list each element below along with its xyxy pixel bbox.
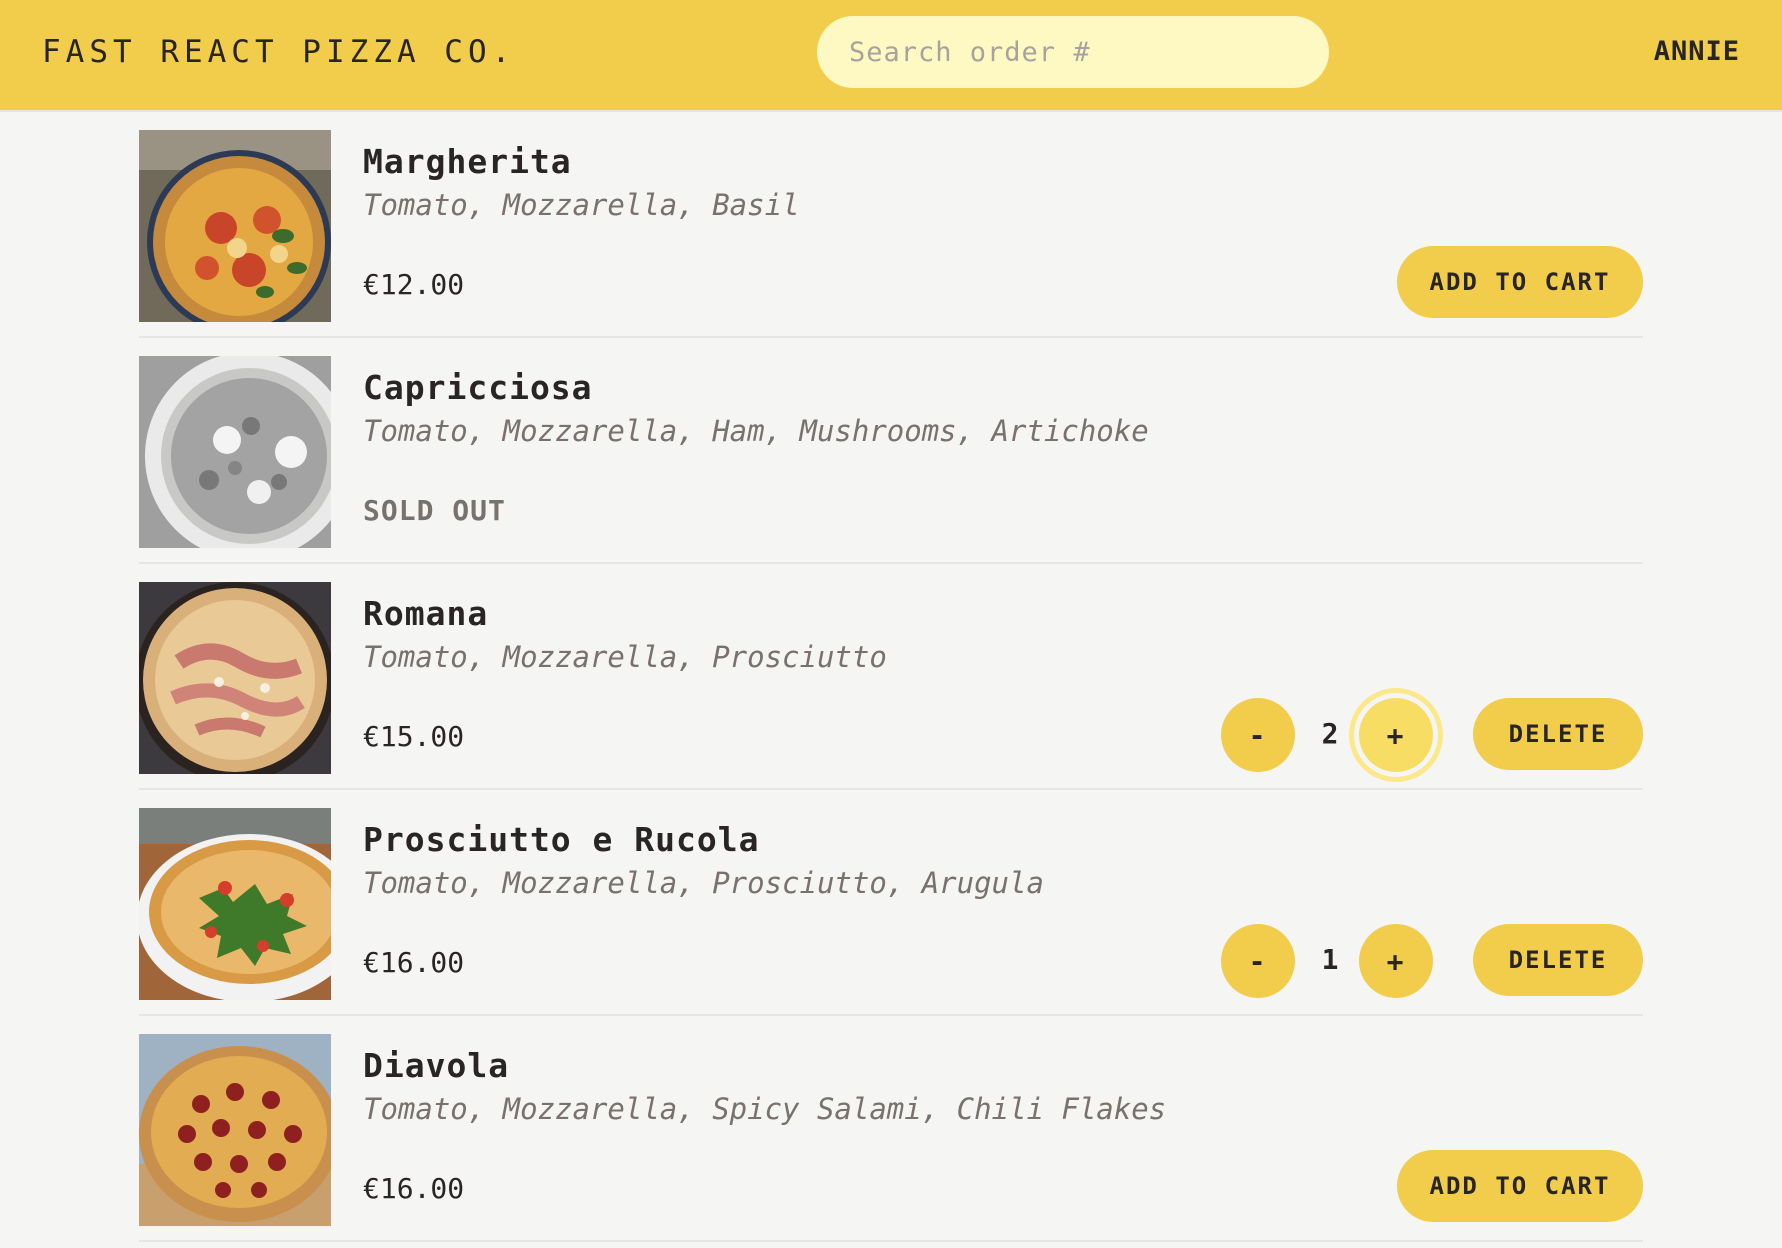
- quantity-value: 1: [1321, 943, 1339, 976]
- menu-item-prosciutto-e-rucola: Prosciutto e Rucola Tomato, Mozzarella, …: [139, 790, 1643, 1016]
- sold-out-label: Sold out: [363, 494, 506, 527]
- pizza-name: Margherita: [363, 142, 572, 181]
- pizza-name: Prosciutto e Rucola: [363, 820, 760, 859]
- pizza-name: Diavola: [363, 1046, 510, 1085]
- add-to-cart-button[interactable]: Add to cart: [1397, 246, 1643, 318]
- margherita-pizza-image: [139, 130, 331, 322]
- increase-quantity-button[interactable]: +: [1359, 924, 1433, 998]
- pizza-ingredients: Tomato, Mozzarella, Prosciutto: [363, 640, 887, 674]
- pizza-price: €16.00: [363, 946, 465, 979]
- pizza-ingredients: Tomato, Mozzarella, Prosciutto, Arugula: [363, 866, 1044, 900]
- quantity-value: 2: [1321, 717, 1339, 750]
- decrease-quantity-button[interactable]: -: [1221, 698, 1295, 772]
- increase-quantity-button[interactable]: +: [1359, 698, 1433, 772]
- pizza-ingredients: Tomato, Mozzarella, Spicy Salami, Chili …: [363, 1092, 1167, 1126]
- diavola-pizza-image: [139, 1034, 331, 1226]
- app-header: Fast React Pizza Co. ANNIE: [0, 0, 1782, 112]
- add-to-cart-button[interactable]: Add to cart: [1397, 1150, 1643, 1222]
- delete-item-button[interactable]: Delete: [1473, 924, 1643, 996]
- pizza-name: Romana: [363, 594, 489, 633]
- capricciosa-pizza-image: [139, 356, 331, 548]
- pizza-name: Capricciosa: [363, 368, 593, 407]
- decrease-quantity-button[interactable]: -: [1221, 924, 1295, 998]
- pizza-price: €16.00: [363, 1172, 465, 1205]
- pizza-ingredients: Tomato, Mozzarella, Ham, Mushrooms, Arti…: [363, 414, 1149, 448]
- menu-item-margherita: Margherita Tomato, Mozzarella, Basil €12…: [139, 112, 1643, 338]
- username: ANNIE: [1653, 36, 1740, 67]
- search-order-input[interactable]: [817, 16, 1329, 88]
- prosciutto-rucola-pizza-image: [139, 808, 331, 1000]
- delete-item-button[interactable]: Delete: [1473, 698, 1643, 770]
- pizza-price: €12.00: [363, 268, 465, 301]
- pizza-ingredients: Tomato, Mozzarella, Basil: [363, 188, 800, 222]
- logo-link[interactable]: Fast React Pizza Co.: [42, 34, 515, 70]
- menu-item-diavola: Diavola Tomato, Mozzarella, Spicy Salami…: [139, 1016, 1643, 1242]
- menu-item-capricciosa: Capricciosa Tomato, Mozzarella, Ham, Mus…: [139, 338, 1643, 564]
- romana-pizza-image: [139, 582, 331, 774]
- pizza-price: €15.00: [363, 720, 465, 753]
- menu-list: Margherita Tomato, Mozzarella, Basil €12…: [139, 112, 1643, 1242]
- menu-item-romana: Romana Tomato, Mozzarella, Prosciutto €1…: [139, 564, 1643, 790]
